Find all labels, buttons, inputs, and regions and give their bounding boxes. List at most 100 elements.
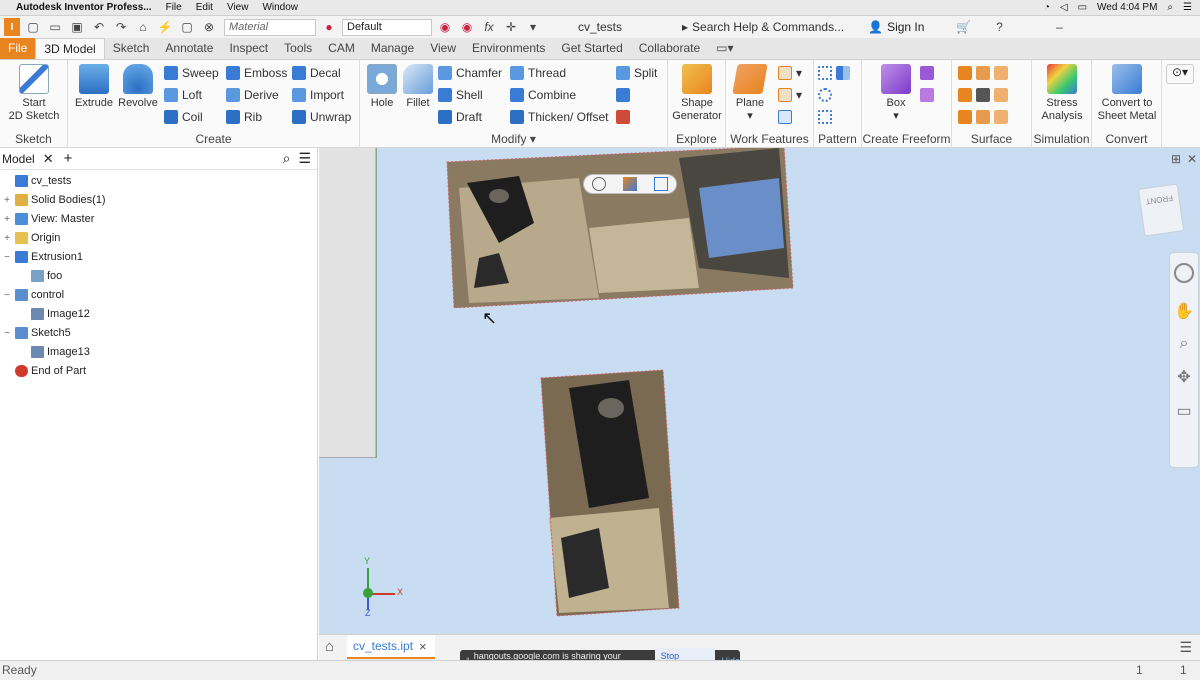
home-icon[interactable]: ⌂ bbox=[134, 19, 152, 35]
search-field[interactable]: ▸ Search Help & Commands... bbox=[682, 20, 844, 34]
tab-view[interactable]: View bbox=[422, 38, 464, 59]
box-freeform-button[interactable]: Box ▾ bbox=[876, 64, 916, 123]
expander-icon[interactable]: + bbox=[2, 233, 12, 244]
tab-sketch[interactable]: Sketch bbox=[105, 38, 158, 59]
fillet-button[interactable]: Fillet bbox=[400, 64, 436, 110]
replace-face-button[interactable] bbox=[958, 108, 1008, 126]
combine-button[interactable]: Combine bbox=[510, 86, 576, 104]
tab-annotate[interactable]: Annotate bbox=[157, 38, 221, 59]
volume-icon[interactable]: ◁ bbox=[1060, 2, 1068, 13]
tree-item-foo[interactable]: foo bbox=[18, 267, 62, 285]
rib-button[interactable]: Rib bbox=[226, 108, 262, 126]
split-view-icon[interactable]: ⊞ bbox=[1171, 152, 1181, 166]
menu-view[interactable]: View bbox=[227, 2, 249, 13]
tab-file[interactable]: File bbox=[0, 38, 36, 59]
orbit-icon[interactable]: ✥ bbox=[1170, 367, 1198, 387]
panel-title-modify[interactable]: Modify ▾ bbox=[360, 132, 667, 146]
tab-cam[interactable]: CAM bbox=[320, 38, 363, 59]
hole-button[interactable]: Hole bbox=[364, 64, 400, 110]
select-icon[interactable]: ▢ bbox=[178, 19, 196, 35]
tab-menu-icon[interactable]: ☰ bbox=[1179, 639, 1192, 656]
decal-button[interactable]: Decal bbox=[292, 64, 341, 82]
inventor-logo-icon[interactable]: I bbox=[4, 18, 20, 36]
dropdown-icon[interactable]: ▾ bbox=[524, 19, 542, 35]
tree-item-cv-tests[interactable]: cv_tests bbox=[2, 172, 71, 190]
fx-icon[interactable]: fx bbox=[480, 19, 498, 35]
clock[interactable]: Wed 4:04 PM bbox=[1097, 2, 1157, 13]
image12-picture[interactable] bbox=[439, 148, 919, 308]
menu-edit[interactable]: Edit bbox=[196, 2, 213, 13]
menu-icon[interactable]: ☰ bbox=[298, 150, 311, 167]
tree-item-image12[interactable]: Image12 bbox=[18, 305, 90, 323]
expander-icon[interactable]: + bbox=[2, 195, 12, 206]
plane-button[interactable]: Plane ▾ bbox=[730, 64, 770, 123]
plus-icon[interactable]: ✛ bbox=[502, 19, 520, 35]
wifi-icon[interactable]: ◔ bbox=[1044, 2, 1050, 13]
notification-icon[interactable]: ☰ bbox=[1183, 2, 1192, 13]
delete-face-button[interactable] bbox=[616, 108, 630, 126]
stitch-button[interactable] bbox=[958, 64, 1008, 82]
close-tab-icon[interactable]: × bbox=[419, 639, 427, 654]
shell-button[interactable]: Shell bbox=[438, 86, 483, 104]
tab-tools[interactable]: Tools bbox=[276, 38, 320, 59]
tab-get-started[interactable]: Get Started bbox=[553, 38, 630, 59]
coil-button[interactable]: Coil bbox=[164, 108, 203, 126]
close-icon[interactable]: ✕ bbox=[43, 151, 54, 167]
unwrap-button[interactable]: Unwrap bbox=[292, 108, 351, 126]
shape-generator-button[interactable]: Shape Generator bbox=[670, 64, 724, 123]
tree-item-extrusion1[interactable]: − Extrusion1 bbox=[2, 248, 83, 266]
convert-freeform-button[interactable] bbox=[920, 86, 934, 104]
material-combo[interactable]: Material bbox=[224, 18, 316, 36]
tree-item-origin[interactable]: + Origin bbox=[2, 229, 60, 247]
viewcube[interactable]: FRONT bbox=[1137, 183, 1185, 237]
start-2d-sketch-button[interactable]: Start 2D Sketch bbox=[6, 64, 62, 123]
cart-icon[interactable]: 🛒 bbox=[954, 19, 972, 35]
trim-button[interactable] bbox=[958, 86, 1008, 104]
draft-button[interactable]: Draft bbox=[438, 108, 482, 126]
menu-file[interactable]: File bbox=[166, 2, 182, 13]
doc-tab-cv-tests[interactable]: cv_tests.ipt × bbox=[347, 635, 435, 659]
chamfer-button[interactable]: Chamfer bbox=[438, 64, 502, 82]
help-icon[interactable]: ? bbox=[990, 19, 1008, 35]
save-icon[interactable]: ▣ bbox=[68, 19, 86, 35]
tab-environments[interactable]: Environments bbox=[464, 38, 553, 59]
sweep-button[interactable]: Sweep bbox=[164, 64, 219, 82]
zoom-icon[interactable]: ⌕ bbox=[1170, 335, 1198, 353]
tab-3d-model[interactable]: 3D Model bbox=[35, 38, 105, 59]
home-tab-icon[interactable]: ⌂ bbox=[325, 638, 334, 655]
redo-icon[interactable]: ↷ bbox=[112, 19, 130, 35]
loft-button[interactable]: Loft bbox=[164, 86, 202, 104]
emboss-button[interactable]: Emboss bbox=[226, 64, 287, 82]
app-menu-name[interactable]: Autodesk Inventor Profess... bbox=[16, 2, 152, 13]
appearance-combo[interactable]: Default bbox=[342, 18, 432, 36]
spotlight-icon[interactable]: ⌕ bbox=[1167, 2, 1173, 13]
extrude-button[interactable]: Extrude bbox=[72, 64, 116, 110]
edit-image-icon[interactable] bbox=[653, 177, 668, 191]
stress-analysis-button[interactable]: Stress Analysis bbox=[1036, 64, 1088, 123]
revolve-button[interactable]: Revolve bbox=[116, 64, 160, 110]
expander-icon[interactable]: − bbox=[2, 290, 12, 301]
add-tab-icon[interactable]: + bbox=[64, 150, 73, 167]
rectangular-pattern-button[interactable] bbox=[818, 64, 850, 82]
appearance-icon[interactable]: ● bbox=[320, 19, 338, 35]
tab-inspect[interactable]: Inspect bbox=[221, 38, 276, 59]
convert-sheet-metal-button[interactable]: Convert to Sheet Metal bbox=[1094, 64, 1160, 123]
adjust-icon[interactable]: ◉ bbox=[436, 19, 454, 35]
image13-picture[interactable] bbox=[539, 368, 689, 618]
minimize-icon[interactable]: – bbox=[1050, 19, 1068, 35]
axis-button[interactable]: ▾ bbox=[778, 64, 802, 82]
freeform-face-button[interactable] bbox=[920, 64, 934, 82]
split-button[interactable]: Split bbox=[616, 64, 657, 82]
tree-item-end-of-part[interactable]: End of Part bbox=[2, 362, 86, 380]
flip-icon[interactable] bbox=[622, 177, 637, 191]
open-folder-icon[interactable]: ▭ bbox=[46, 19, 64, 35]
sketch-pattern-button[interactable] bbox=[818, 108, 832, 126]
tree-item-view-master[interactable]: + View: Master bbox=[2, 210, 94, 228]
thread-button[interactable]: Thread bbox=[510, 64, 566, 82]
signin-link[interactable]: Sign In bbox=[887, 20, 924, 34]
tree-item-image13[interactable]: Image13 bbox=[18, 343, 90, 361]
battery-icon[interactable]: ▭ bbox=[1078, 2, 1087, 13]
capture-icon[interactable] bbox=[592, 177, 607, 191]
menu-window[interactable]: Window bbox=[262, 2, 298, 13]
material-icon[interactable]: ⊗ bbox=[200, 19, 218, 35]
